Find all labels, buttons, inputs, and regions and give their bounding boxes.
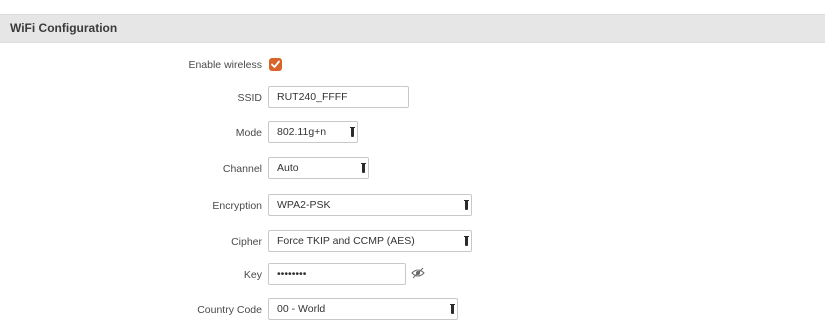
mode-select-value: 802.11g+n (277, 126, 327, 138)
cipher-select[interactable]: Force TKIP and CCMP (AES) (268, 230, 472, 252)
cipher-label: Cipher (231, 236, 262, 248)
select-arrow-icon (450, 304, 455, 314)
enable-wireless-checkbox[interactable] (269, 58, 282, 71)
country-code-row: Country Code 00 - World (0, 298, 825, 324)
key-row: Key (0, 263, 825, 289)
ssid-input[interactable] (268, 86, 409, 108)
channel-select-value: Auto (277, 162, 299, 174)
key-input[interactable] (268, 263, 406, 285)
ssid-label: SSID (237, 92, 262, 104)
channel-label: Channel (222, 163, 262, 175)
cipher-select-value: Force TKIP and CCMP (AES) (277, 235, 415, 247)
select-arrow-icon (350, 127, 355, 137)
select-arrow-icon (361, 163, 366, 173)
key-label: Key (243, 269, 262, 281)
eye-icon[interactable] (411, 266, 425, 285)
cipher-row: Cipher Force TKIP and CCMP (AES) (0, 230, 825, 256)
channel-select[interactable]: Auto (268, 157, 369, 179)
enable-wireless-row: Enable wireless (0, 53, 825, 79)
select-arrow-icon (464, 200, 469, 210)
ssid-row: SSID (0, 86, 825, 112)
mode-row: Mode 802.11g+n (0, 121, 825, 147)
encryption-select[interactable]: WPA2-PSK (268, 194, 472, 216)
mode-select[interactable]: 802.11g+n (268, 121, 358, 143)
checkmark-icon (271, 60, 280, 68)
encryption-select-value: WPA2-PSK (277, 199, 331, 211)
country-code-select-value: 00 - World (277, 303, 326, 315)
panel-header: WiFi Configuration (0, 14, 825, 43)
mode-label: Mode (235, 127, 262, 139)
enable-wireless-label: Enable wireless (188, 59, 262, 71)
encryption-label: Encryption (212, 200, 262, 212)
country-code-label: Country Code (197, 304, 262, 316)
encryption-row: Encryption WPA2-PSK (0, 194, 825, 220)
channel-row: Channel Auto (0, 157, 825, 183)
panel-title: WiFi Configuration (10, 21, 118, 35)
country-code-select[interactable]: 00 - World (268, 298, 458, 320)
select-arrow-icon (464, 236, 469, 246)
